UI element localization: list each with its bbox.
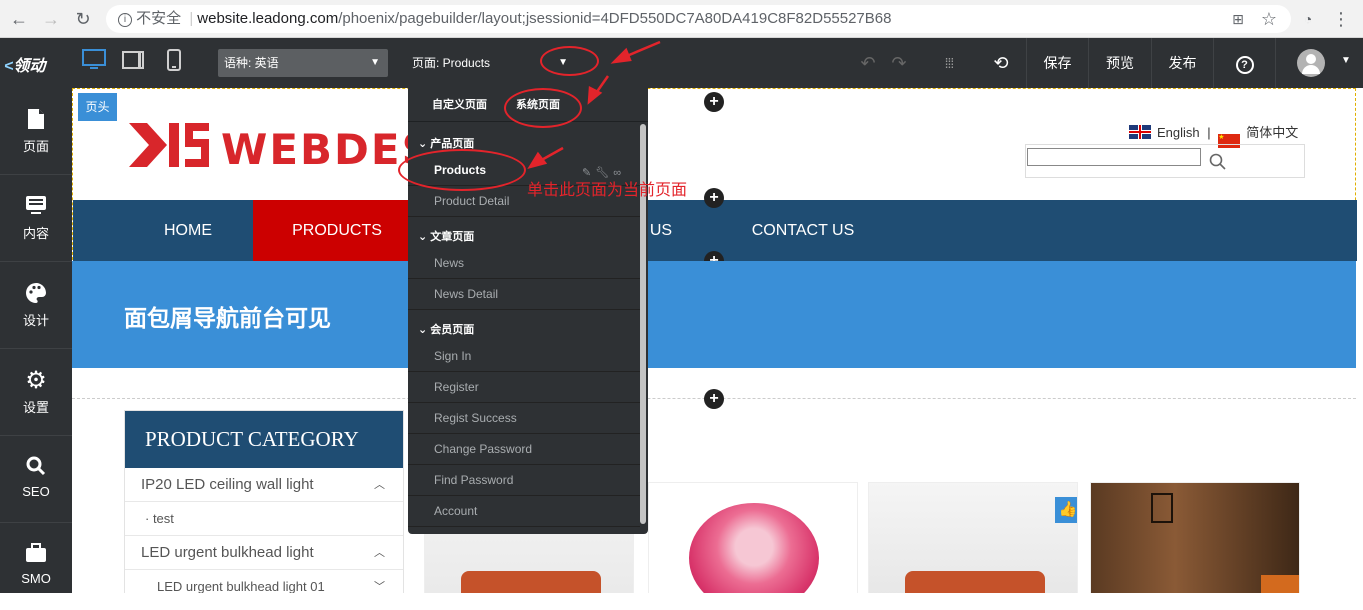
annotation-note: 单击此页面为当前页面	[527, 182, 688, 199]
annotation-arrows	[527, 40, 661, 170]
